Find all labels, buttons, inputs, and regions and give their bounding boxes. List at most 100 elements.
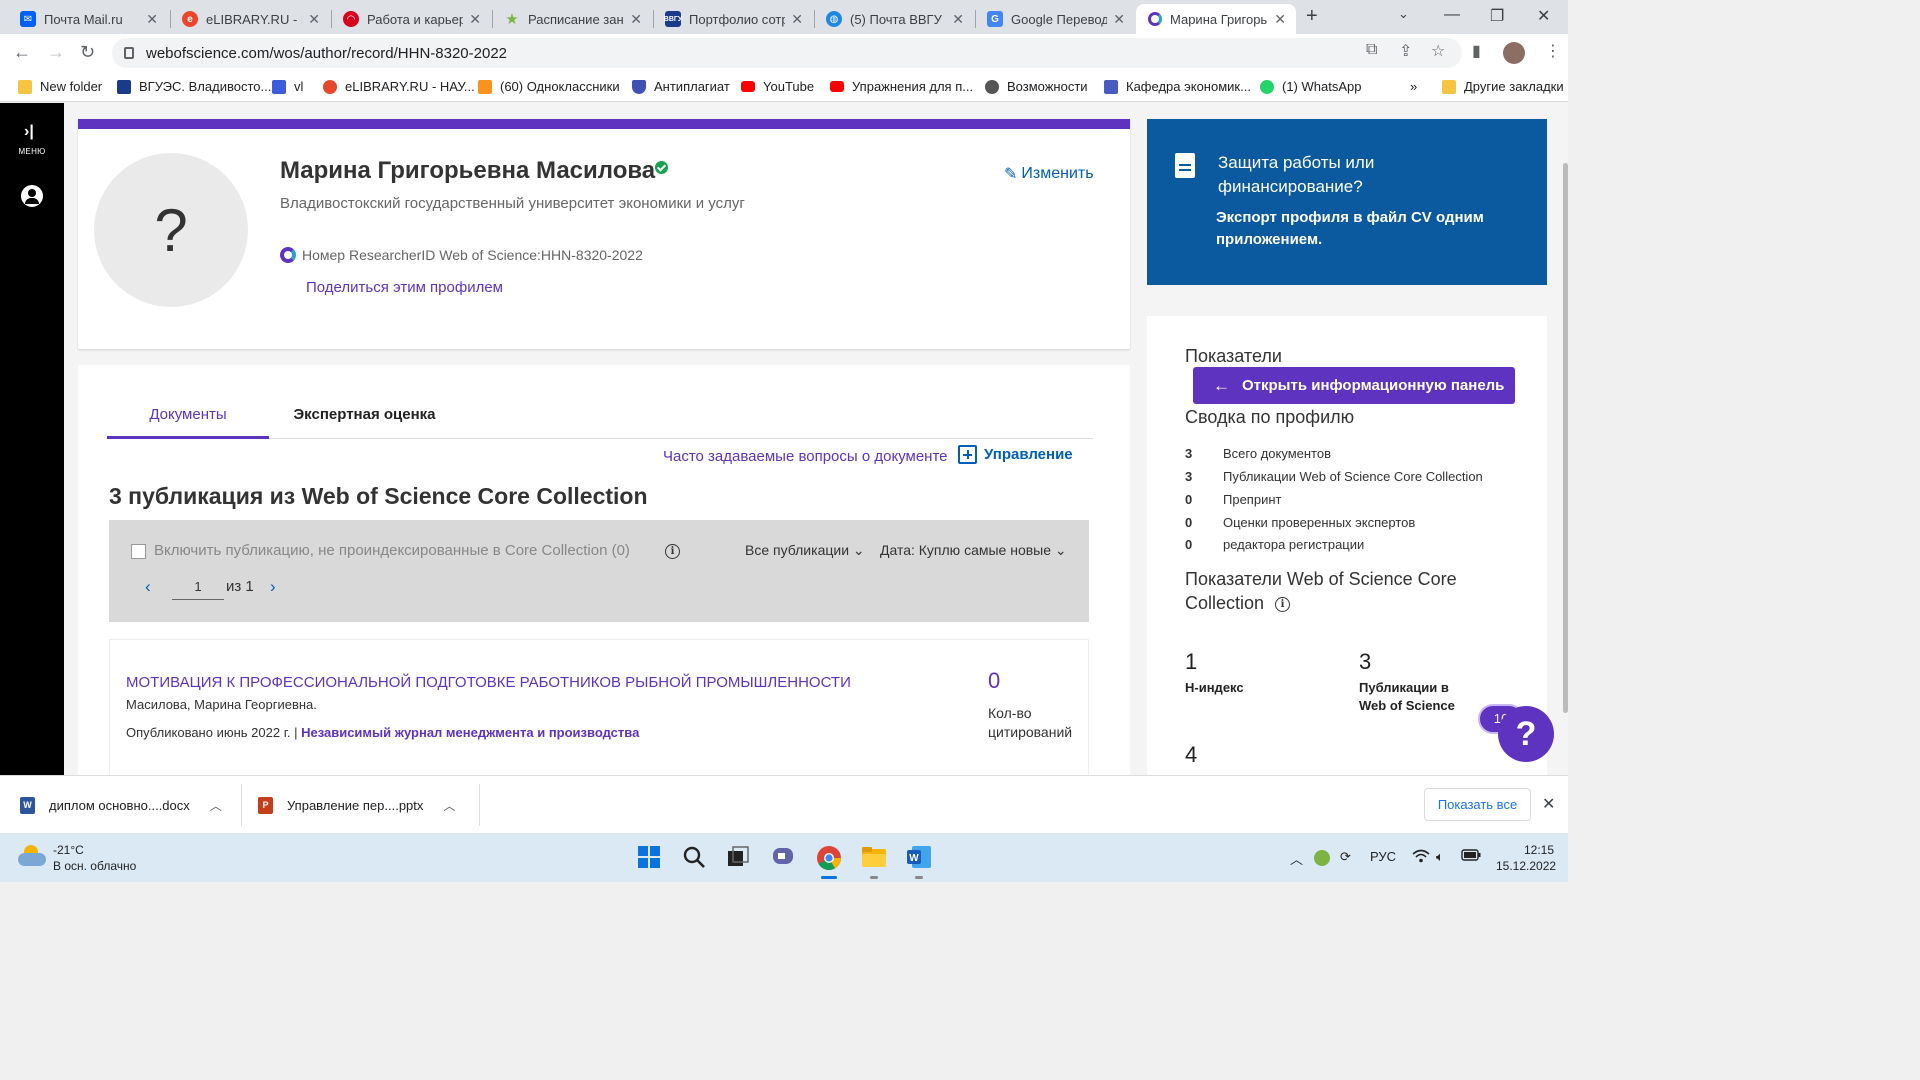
chrome-taskbar-icon[interactable] [816, 845, 842, 871]
page-number-input[interactable]: 1 [172, 575, 224, 600]
share-icon[interactable]: ⇪ [1399, 41, 1412, 61]
browser-tab[interactable]: e eLIBRARY.RU - Ин ✕ [170, 4, 330, 34]
bookmark-item[interactable]: (60) Одноклассники [478, 79, 620, 94]
bookmark-item[interactable]: YouTube [741, 79, 814, 94]
search-icon[interactable] [682, 845, 708, 871]
info-icon[interactable]: i [665, 544, 680, 559]
reload-icon[interactable]: ↻ [80, 42, 95, 63]
system-clock[interactable]: 12:15 15.12.2022 [1496, 842, 1556, 874]
bookmark-item[interactable]: Упражнения для п... [830, 79, 973, 94]
close-tab-icon[interactable]: ✕ [1274, 11, 1286, 28]
bookmark-item[interactable]: Возможности [985, 79, 1088, 94]
battery-icon[interactable] [1461, 849, 1481, 864]
address-bar[interactable]: webofscience.com/wos/author/record/HHN-8… [112, 38, 1462, 68]
new-tab-button[interactable]: + [1306, 5, 1318, 28]
close-download-shelf-icon[interactable]: ✕ [1542, 794, 1555, 814]
open-dashboard-button[interactable]: ← Открыть информационную панель [1193, 367, 1515, 404]
chrome-menu-icon[interactable]: ⋮ [1545, 41, 1561, 61]
teams-chat-icon[interactable] [771, 845, 797, 871]
chevron-up-icon[interactable]: ︿ [1290, 849, 1303, 868]
close-tab-icon[interactable]: ✕ [146, 11, 158, 28]
sort-dropdown[interactable]: Дата: Куплю самые новые ⌄ [880, 542, 1067, 559]
tab-search-icon[interactable]: ⌄ [1398, 6, 1409, 22]
show-all-downloads-button[interactable]: Показать все [1424, 788, 1531, 821]
bookmark-star-icon[interactable]: ☆ [1431, 41, 1445, 61]
profile-avatar[interactable] [1503, 42, 1525, 64]
forward-icon[interactable]: → [47, 42, 65, 63]
bookmark-item[interactable]: eLIBRARY.RU - НАУ... [323, 79, 475, 94]
bookmark-item[interactable]: (1) WhatsApp [1260, 79, 1361, 94]
weather-temperature[interactable]: -21°C [53, 843, 84, 857]
input-language[interactable]: РУС [1370, 849, 1396, 864]
next-page-icon[interactable]: › [270, 577, 276, 597]
bookmark-item[interactable]: ВГУЭС. Владивосто... [117, 79, 271, 94]
windows-start-icon[interactable] [637, 845, 663, 871]
task-view-icon[interactable] [726, 845, 752, 871]
wifi-icon[interactable] [1412, 849, 1430, 866]
weather-icon[interactable] [18, 845, 46, 867]
browser-tab[interactable]: ★ Расписание заня ✕ [492, 4, 652, 34]
back-icon[interactable]: ← [13, 42, 31, 63]
documents-faq-link[interactable]: Часто задаваемые вопросы о документе [663, 448, 948, 465]
browser-tab[interactable]: ◠ Работа и карьер ✕ [331, 4, 491, 34]
edit-profile-button[interactable]: ✎ Изменить [1004, 164, 1094, 184]
tab-peer-review[interactable]: Экспертная оценка [277, 399, 452, 439]
chevron-up-icon[interactable]: ︿ [210, 797, 222, 814]
left-navigation: ›| МЕНЮ [0, 103, 64, 775]
weather-description[interactable]: В осн. облачно [53, 859, 136, 873]
minimize-button[interactable]: — [1444, 6, 1460, 24]
help-button[interactable]: ? [1498, 706, 1554, 762]
maximize-button[interactable]: ❐ [1490, 6, 1504, 26]
close-tab-icon[interactable]: ✕ [791, 11, 803, 28]
browser-tab[interactable]: ✉ Почта Mail.ru ✕ [8, 4, 168, 34]
tray-app-icon[interactable] [1314, 850, 1330, 866]
h-index-value[interactable]: 1 [1185, 649, 1197, 675]
close-window-button[interactable]: ✕ [1537, 6, 1550, 26]
metric-value[interactable]: 4 [1185, 742, 1197, 768]
download-item[interactable]: P Управление пер....pptx ︿ [258, 776, 455, 834]
info-icon[interactable]: i [1275, 596, 1291, 612]
volume-icon[interactable]: 🔈︎ [1436, 849, 1444, 865]
sync-icon[interactable]: ⟳ [1340, 849, 1351, 865]
manage-button[interactable]: Управление [958, 445, 1073, 464]
user-account-icon[interactable] [21, 185, 43, 207]
close-tab-icon[interactable]: ✕ [952, 11, 964, 28]
chevron-up-icon[interactable]: ︿ [443, 797, 455, 814]
citation-count[interactable]: 0 [988, 668, 1000, 694]
cv-export-promo[interactable]: Защита работы или финансирование? Экспор… [1147, 119, 1547, 285]
journal-link[interactable]: Независимый журнал менеджмента и произво… [301, 725, 639, 740]
menu-icon[interactable]: ›| [24, 123, 34, 141]
browser-tab-active[interactable]: Марина Григорь ✕ [1136, 4, 1296, 34]
url-text[interactable]: webofscience.com/wos/author/record/HHN-8… [146, 45, 507, 62]
bookmark-item[interactable]: vl [272, 79, 303, 94]
share-profile-link[interactable]: Поделиться этим профилем [306, 279, 503, 296]
bookmark-item[interactable]: New folder [18, 79, 102, 94]
include-non-indexed-label[interactable]: Включить публикацию, не проиндексированн… [154, 542, 630, 559]
other-bookmarks[interactable]: Другие закладки [1442, 79, 1564, 94]
tab-strip: ✉ Почта Mail.ru ✕ e eLIBRARY.RU - Ин ✕ ◠… [0, 0, 1568, 34]
lock-icon[interactable] [124, 47, 134, 59]
more-bookmarks-icon[interactable]: » [1410, 79, 1417, 94]
download-item[interactable]: W диплом основно....docx ︿ [20, 776, 222, 834]
close-tab-icon[interactable]: ✕ [630, 11, 642, 28]
close-tab-icon[interactable]: ✕ [1113, 11, 1125, 28]
bookmark-item[interactable]: Антиплагиат [632, 79, 730, 94]
tab-documents[interactable]: Документы [107, 399, 269, 439]
previous-page-icon[interactable]: ‹ [145, 577, 151, 597]
translate-icon[interactable]: ⧉ [1366, 41, 1377, 59]
word-taskbar-icon[interactable]: W [906, 845, 932, 871]
bookmark-item[interactable]: Кафедра экономик... [1104, 79, 1251, 94]
scrollbar-thumb[interactable] [1563, 163, 1568, 713]
side-panel-icon[interactable]: ▮ [1472, 41, 1481, 61]
file-explorer-icon[interactable] [861, 845, 887, 871]
close-tab-icon[interactable]: ✕ [308, 11, 320, 28]
browser-tab[interactable]: G Google Перевод ✕ [975, 4, 1135, 34]
browser-tab[interactable]: ◍ (5) Почта ВВГУ : ✕ [814, 4, 974, 34]
menu-label[interactable]: МЕНЮ [0, 147, 64, 156]
close-tab-icon[interactable]: ✕ [469, 11, 481, 28]
browser-tab[interactable]: ВВГУ Портфолио сотр ✕ [653, 4, 813, 34]
publication-filter-dropdown[interactable]: Все публикации ⌄ [745, 542, 865, 559]
include-non-indexed-checkbox[interactable] [131, 544, 146, 559]
publication-title-link[interactable]: МОТИВАЦИЯ К ПРОФЕССИОНАЛЬНОЙ ПОДГОТОВКЕ … [126, 674, 851, 691]
wos-publications-value[interactable]: 3 [1359, 649, 1371, 675]
